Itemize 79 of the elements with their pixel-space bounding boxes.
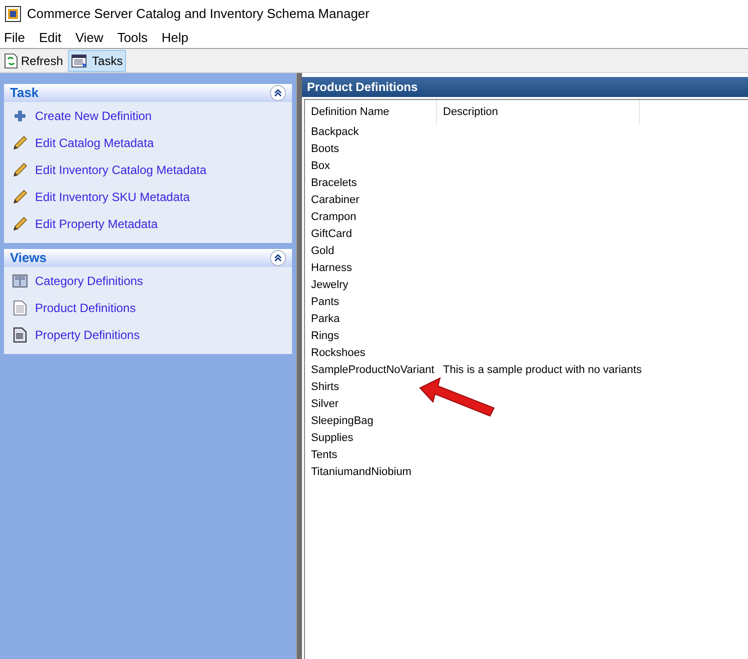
app-icon xyxy=(5,6,21,22)
list-cell-text: Backpack xyxy=(310,125,360,140)
plus-icon xyxy=(14,110,26,122)
content-title: Product Definitions xyxy=(307,79,418,96)
refresh-icon xyxy=(4,52,18,68)
list-cell-text: Crampon xyxy=(310,210,358,226)
list-row[interactable]: Boots xyxy=(305,141,748,158)
pencil-icon xyxy=(12,134,28,150)
double-chevron-up-icon xyxy=(274,89,282,97)
collapse-button[interactable] xyxy=(270,250,286,266)
window-title: Commerce Server Catalog and Inventory Schema Manager xyxy=(27,5,370,24)
book-icon xyxy=(12,272,28,288)
task-list-icon xyxy=(71,54,90,68)
list-cell-text: Box xyxy=(310,159,331,174)
list-cell-text: Pants xyxy=(310,295,340,310)
column-header[interactable]: Definition Name xyxy=(305,100,437,124)
list-cell-text: Boots xyxy=(310,142,340,158)
list-row[interactable]: Supplies xyxy=(305,430,748,447)
list-cell-text: Shirts xyxy=(310,380,340,396)
list-cell-text: Harness xyxy=(310,261,353,276)
list-cell-text: Gold xyxy=(310,244,336,260)
list-row[interactable]: Rockshoes xyxy=(305,345,748,362)
list-cell-text: GiftCard xyxy=(310,227,353,242)
task-link[interactable]: Edit Catalog Metadata xyxy=(35,134,154,152)
list-cell-text: SampleProductNoVariant xyxy=(310,363,436,378)
task-link[interactable]: Edit Property Metadata xyxy=(35,214,158,232)
list-cell-text: Rockshoes xyxy=(310,346,366,362)
list-row[interactable]: Parka xyxy=(305,311,748,328)
menu-item[interactable]: Tools xyxy=(117,28,148,48)
list-cell-text: Silver xyxy=(310,397,340,412)
pencil-icon xyxy=(12,216,28,232)
page-icon xyxy=(12,300,26,316)
list-cell-text: SleepingBag xyxy=(310,414,374,430)
group-title: Task xyxy=(10,84,39,102)
list-cell-text: Tents xyxy=(310,448,338,464)
list-row[interactable]: Backpack xyxy=(305,124,748,141)
group-title: Views xyxy=(10,249,47,268)
list-row[interactable]: Box xyxy=(305,158,748,175)
list-cell-text: Supplies xyxy=(310,431,354,446)
double-chevron-up-icon xyxy=(274,254,282,262)
list-row[interactable]: Shirts xyxy=(305,379,748,396)
list-row[interactable]: Tents xyxy=(305,447,748,464)
menu-item[interactable]: File xyxy=(4,28,25,48)
list-row[interactable]: Bracelets xyxy=(305,175,748,192)
collapse-button[interactable] xyxy=(270,85,286,101)
task-link[interactable]: Create New Definition xyxy=(35,106,152,124)
list-cell-text: Parka xyxy=(310,312,341,328)
task-link[interactable]: Edit Inventory Catalog Metadata xyxy=(35,160,206,178)
list-cell-text: This is a sample product with no variants xyxy=(442,363,642,378)
list-row[interactable]: TitaniumandNiobium xyxy=(305,464,748,481)
list-row[interactable]: Pants xyxy=(305,294,748,311)
list-row[interactable]: Carabiner xyxy=(305,192,748,209)
list-row[interactable]: Silver xyxy=(305,396,748,413)
task-link[interactable]: Category Definitions xyxy=(35,272,144,290)
task-link[interactable]: Property Definitions xyxy=(35,326,140,344)
list-row[interactable]: Gold xyxy=(305,243,748,260)
list-cell-text: Rings xyxy=(310,329,340,344)
list-cell-text: Jewelry xyxy=(310,278,350,294)
list-cell-text: Carabiner xyxy=(310,193,360,208)
toolbar-button[interactable]: Tasks xyxy=(68,50,126,72)
toolbar-button[interactable]: Refresh xyxy=(1,50,66,72)
list-cell-text: Bracelets xyxy=(310,176,358,192)
menu-item[interactable]: View xyxy=(75,28,104,48)
list-row[interactable]: Jewelry xyxy=(305,277,748,294)
list-row[interactable]: Crampon xyxy=(305,209,748,226)
list-cell-text: TitaniumandNiobium xyxy=(310,465,412,480)
task-link[interactable]: Product Definitions xyxy=(35,298,136,316)
column-header[interactable]: Description xyxy=(437,100,640,124)
menu-item[interactable]: Edit xyxy=(38,28,62,48)
list-row[interactable]: SleepingBag xyxy=(305,413,748,430)
list-row[interactable]: Harness xyxy=(305,260,748,277)
task-link[interactable]: Edit Inventory SKU Metadata xyxy=(35,188,190,206)
document-icon xyxy=(12,326,26,342)
pencil-icon xyxy=(12,188,28,204)
menu-item[interactable]: Help xyxy=(162,28,188,48)
pencil-icon xyxy=(12,162,28,178)
list-row[interactable]: SampleProductNoVariant This is a sample product with no variants xyxy=(305,362,748,379)
list-row[interactable]: Rings xyxy=(305,328,748,345)
list-row[interactable]: GiftCard xyxy=(305,226,748,243)
